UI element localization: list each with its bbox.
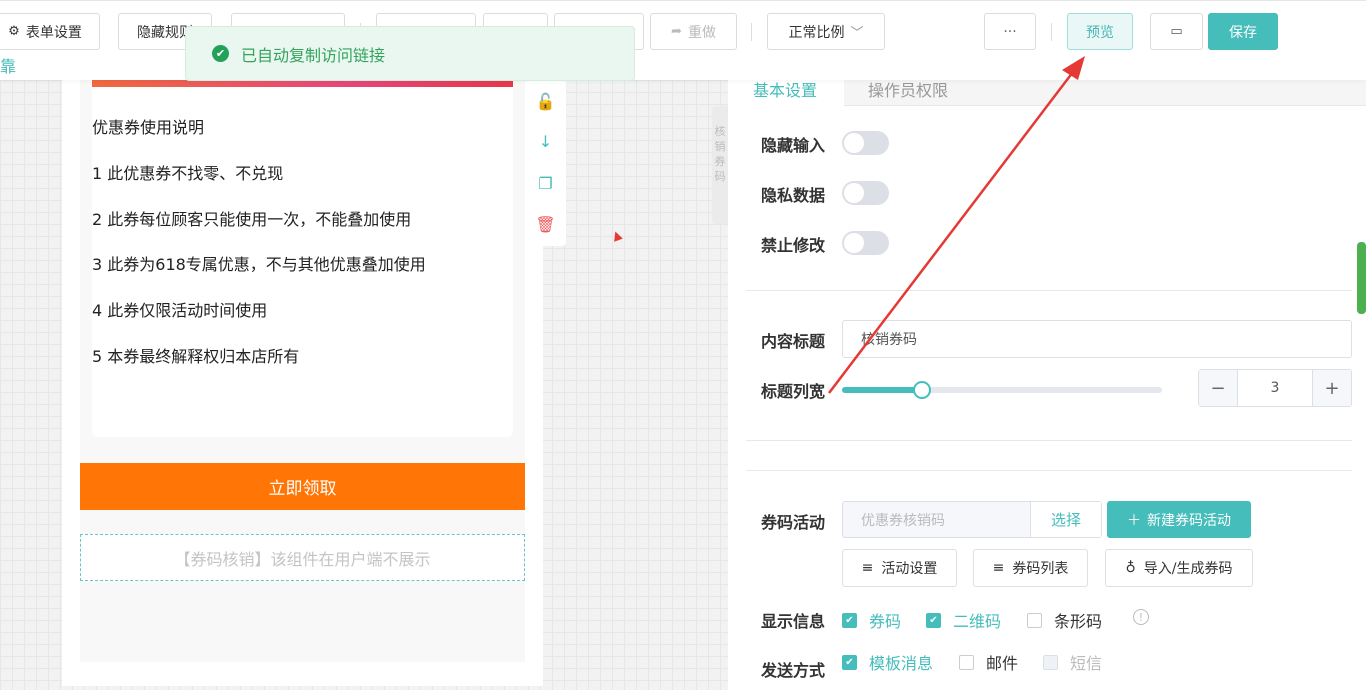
- component-side-tab[interactable]: 核销券码: [712, 106, 728, 224]
- no-edit-toggle[interactable]: [842, 231, 889, 255]
- checkbox-box: ✔: [842, 612, 857, 628]
- divider: [746, 440, 1352, 441]
- private-data-toggle[interactable]: [842, 181, 889, 205]
- preview-button[interactable]: 预览: [1067, 13, 1133, 50]
- hide-input-label: 隐藏输入: [761, 136, 826, 155]
- editor-canvas: 优惠券使用说明 1 此优惠券不找零、不兑现 2 此券每位顾客只能使用一次，不能叠…: [0, 80, 728, 690]
- checkbox-box: ✔: [926, 612, 941, 628]
- slider-handle[interactable]: [913, 381, 931, 399]
- private-data-label: 隐私数据: [761, 186, 826, 205]
- list-icon: ≡: [861, 560, 874, 576]
- coupon-rule-item: 2 此券每位顾客只能使用一次，不能叠加使用: [92, 210, 412, 229]
- coupon-rule-item: 3 此券为618专属优惠，不与其他优惠叠加使用: [92, 255, 426, 274]
- redo-icon: ➦: [671, 24, 682, 39]
- component-toolbar: 🔓 ↓ ❐ 🗑: [525, 80, 566, 246]
- unlock-icon[interactable]: 🔓: [525, 81, 566, 122]
- scrollbar-indicator[interactable]: [1357, 242, 1366, 314]
- check-circle-icon: ✔: [212, 45, 229, 62]
- checkbox-email[interactable]: 邮件: [959, 650, 1018, 674]
- slider-fill: [842, 387, 922, 393]
- divider: [746, 470, 1352, 471]
- send-method-label: 发送方式: [761, 661, 826, 680]
- toast-notification: ✔ 已自动复制访问链接: [185, 26, 635, 81]
- divider: [746, 290, 1352, 291]
- plus-icon: ＋: [1127, 512, 1141, 529]
- display-info-label: 显示信息: [761, 612, 826, 631]
- copy-icon[interactable]: ❐: [525, 163, 566, 204]
- stepper-value[interactable]: 3: [1237, 370, 1313, 406]
- checkbox-box: [1043, 654, 1058, 670]
- form-settings-button[interactable]: ⚙ 表单设置: [0, 13, 100, 50]
- coupon-header-gradient: [92, 80, 513, 87]
- code-verify-component[interactable]: 【券码核销】该组件在用户端不展示: [80, 534, 525, 581]
- key-icon: ♁: [1125, 560, 1136, 576]
- checkbox-template-message[interactable]: ✔ 模板消息: [842, 650, 933, 674]
- phone-preview: 优惠券使用说明 1 此优惠券不找零、不兑现 2 此券每位顾客只能使用一次，不能叠…: [62, 80, 543, 686]
- content-title-label: 内容标题: [761, 332, 826, 351]
- arrow-down-icon[interactable]: ↓: [525, 121, 566, 162]
- side-link[interactable]: 靠: [0, 53, 16, 77]
- title-width-label: 标题列宽: [761, 382, 826, 401]
- toolbar-divider: [1051, 23, 1052, 41]
- save-button[interactable]: 保存: [1208, 13, 1278, 50]
- claim-button[interactable]: 立即领取: [80, 463, 525, 510]
- checkbox-box: ✔: [842, 654, 857, 670]
- code-list-button[interactable]: ≡ 券码列表: [973, 549, 1088, 587]
- checkbox-code[interactable]: ✔ 券码: [842, 608, 901, 632]
- phone-content: 优惠券使用说明 1 此优惠券不找零、不兑现 2 此券每位顾客只能使用一次，不能叠…: [80, 80, 525, 662]
- desktop-view-button[interactable]: ▭: [1150, 13, 1203, 50]
- mouse-cursor-icon: ▲: [609, 226, 624, 244]
- coupon-rule-item: 4 此券仅限活动时间使用: [92, 301, 268, 320]
- hide-input-toggle[interactable]: [842, 131, 889, 155]
- code-activity-input[interactable]: 优惠券核销码 选择: [842, 501, 1102, 538]
- checkbox-qrcode[interactable]: ✔ 二维码: [926, 608, 1001, 632]
- content-title-input[interactable]: 核销券码: [842, 320, 1352, 358]
- gear-icon: ⚙: [8, 24, 20, 39]
- trash-icon[interactable]: 🗑: [525, 204, 566, 245]
- coupon-rules-heading: 优惠券使用说明: [92, 118, 205, 137]
- properties-panel: 基本设置 操作员权限 隐藏输入 隐私数据 禁止修改 内容标题 核销券码 标题列宽…: [728, 72, 1366, 690]
- toolbar-divider: [751, 23, 752, 41]
- info-icon[interactable]: !: [1133, 609, 1149, 625]
- activity-settings-button[interactable]: ≡ 活动设置: [842, 549, 957, 587]
- checkbox-barcode[interactable]: 条形码: [1027, 608, 1102, 632]
- monitor-icon: ▭: [1170, 24, 1183, 39]
- import-codes-button[interactable]: ♁ 导入/生成券码: [1105, 549, 1253, 587]
- coupon-rule-item: 1 此优惠券不找零、不兑现: [92, 164, 284, 183]
- title-width-slider[interactable]: [842, 381, 1162, 399]
- plus-button[interactable]: +: [1313, 370, 1351, 406]
- select-button[interactable]: 选择: [1030, 502, 1101, 537]
- code-activity-placeholder: 优惠券核销码: [861, 512, 945, 529]
- more-button[interactable]: ···: [984, 13, 1036, 50]
- zoom-select[interactable]: 正常比例 ﹀: [767, 13, 885, 50]
- list-icon: ≡: [992, 560, 1005, 576]
- redo-button[interactable]: ➦ 重做: [650, 13, 737, 50]
- checkbox-box: [959, 654, 974, 670]
- new-code-activity-button[interactable]: ＋ 新建券码活动: [1107, 501, 1251, 538]
- checkbox-box: [1027, 612, 1042, 628]
- title-width-stepper: − 3 +: [1198, 369, 1352, 407]
- checkbox-sms: 短信: [1043, 650, 1102, 674]
- coupon-rule-item: 5 本券最终解释权归本店所有: [92, 347, 300, 366]
- coupon-rules-card[interactable]: 优惠券使用说明 1 此优惠券不找零、不兑现 2 此券每位顾客只能使用一次，不能叠…: [92, 87, 513, 437]
- code-activity-label: 券码活动: [761, 513, 826, 532]
- minus-button[interactable]: −: [1199, 370, 1237, 406]
- no-edit-label: 禁止修改: [761, 236, 826, 255]
- chevron-down-icon: ﹀: [850, 26, 864, 41]
